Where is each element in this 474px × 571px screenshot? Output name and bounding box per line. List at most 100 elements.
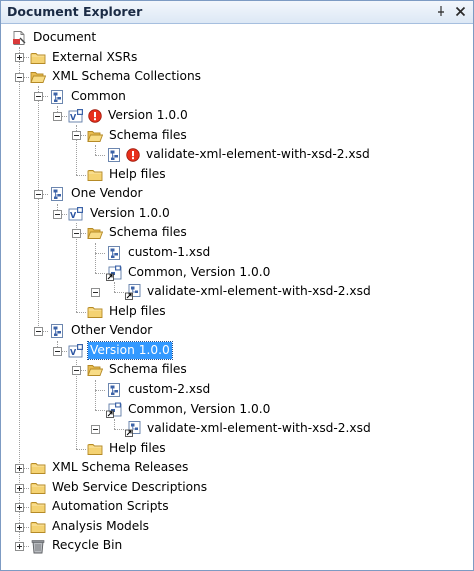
tree-node-automation-scripts[interactable]: Automation Scripts — [30, 497, 171, 516]
collapse-other-vendor-version-button[interactable] — [53, 347, 62, 356]
version-icon — [68, 343, 84, 359]
collapse-one-vendor-schema-files-button[interactable] — [72, 229, 81, 238]
tree-node-label: Common, Version 1.0.0 — [128, 265, 271, 279]
tree-node-other-vendor-schema-files[interactable]: Schema files — [87, 360, 189, 379]
tree-node-label: Help files — [109, 167, 166, 181]
tree-node-common-schema-files[interactable]: Schema files — [87, 126, 189, 145]
schema-collection-icon — [49, 323, 65, 339]
tree-node-label: Other Vendor — [71, 323, 153, 337]
tree-node-label: validate-xml-element-with-xsd-2.xsd — [147, 284, 371, 298]
tree-node-one-vendor-common-ref-file[interactable]: validate-xml-element-with-xsd-2.xsd — [125, 282, 373, 301]
tree-node-label: validate-xml-element-with-xsd-2.xsd — [147, 421, 371, 435]
schema-collection-icon — [49, 89, 65, 105]
version-link-icon — [106, 265, 122, 281]
tree-node-other-vendor[interactable]: Other Vendor — [49, 321, 154, 340]
tree-node-other-vendor-help-files[interactable]: Help files — [87, 439, 168, 458]
tree-node-label: custom-2.xsd — [128, 382, 211, 396]
tree-node-label: Help files — [109, 441, 166, 455]
expand-xml-schema-releases-button[interactable] — [15, 464, 24, 473]
schema-collection-icon — [49, 186, 65, 202]
folder-open-icon — [87, 225, 103, 241]
tree-node-label: Document — [33, 30, 97, 44]
tree-node-one-vendor-schema-files[interactable]: Schema files — [87, 223, 189, 242]
tree-node-recycle-bin[interactable]: Recycle Bin — [30, 536, 124, 555]
collapse-one-vendor-common-ref-button[interactable] — [91, 288, 100, 297]
tree-node-external-xsrs[interactable]: External XSRs — [30, 48, 139, 67]
collapse-one-vendor-button[interactable] — [34, 190, 43, 199]
close-icon[interactable] — [452, 3, 468, 19]
expand-external-xsrs-button[interactable] — [15, 53, 24, 62]
tree-node-label: XML Schema Releases — [52, 460, 189, 474]
tree-node-label: validate-xml-element-with-xsd-2.xsd — [146, 147, 370, 161]
schema-link-icon — [125, 421, 141, 437]
tree-node-label: Automation Scripts — [52, 499, 169, 513]
document-icon — [11, 30, 27, 46]
folder-icon — [30, 50, 46, 66]
tree-node-label: XML Schema Collections — [52, 69, 202, 83]
folder-icon — [30, 519, 46, 535]
tree-node-one-vendor-version[interactable]: Version 1.0.0 — [68, 204, 172, 223]
tree-node-label: Web Service Descriptions — [52, 480, 208, 494]
collapse-xml-schema-collections-button[interactable] — [15, 73, 24, 82]
tree-node-xml-schema-releases[interactable]: XML Schema Releases — [30, 458, 190, 477]
tree-node-web-service-descriptions[interactable]: Web Service Descriptions — [30, 478, 209, 497]
collapse-common-button[interactable] — [34, 92, 43, 101]
tree-node-label: Schema files — [109, 128, 187, 142]
collapse-one-vendor-version-button[interactable] — [53, 210, 62, 219]
folder-icon — [30, 480, 46, 496]
folder-icon — [87, 441, 103, 457]
tree-node-one-vendor-custom-file[interactable]: custom-1.xsd — [106, 243, 212, 262]
tree-node-label: Schema files — [109, 225, 187, 239]
error-icon — [126, 148, 140, 162]
document-explorer-window: Document Explorer Document External XSRs… — [0, 0, 474, 571]
tree-node-label: Help files — [109, 304, 166, 318]
expand-web-service-descriptions-button[interactable] — [15, 484, 24, 493]
folder-open-icon — [87, 128, 103, 144]
error-icon — [88, 109, 102, 123]
tree-node-common-help-files[interactable]: Help files — [87, 165, 168, 184]
schema-file-icon — [106, 382, 122, 398]
schema-file-icon — [106, 245, 122, 261]
tree-node-one-vendor-help-files[interactable]: Help files — [87, 302, 168, 321]
tree-node-one-vendor[interactable]: One Vendor — [49, 184, 145, 203]
tree-node-analysis-models[interactable]: Analysis Models — [30, 517, 151, 536]
tree-node-label: One Vendor — [71, 186, 143, 200]
title-bar: Document Explorer — [1, 1, 473, 24]
tree-node-label: Common — [71, 89, 126, 103]
tree-node-common-xsd-file[interactable]: validate-xml-element-with-xsd-2.xsd — [106, 145, 372, 164]
tree-node-other-vendor-custom-file[interactable]: custom-2.xsd — [106, 380, 212, 399]
document-tree: Document External XSRs XML Schema Collec… — [1, 24, 473, 570]
tree-node-other-vendor-version[interactable]: Version 1.0.0 — [68, 341, 173, 360]
collapse-other-vendor-button[interactable] — [34, 327, 43, 336]
recycle-bin-icon — [30, 538, 46, 554]
collapse-common-schema-files-button[interactable] — [72, 131, 81, 140]
tree-node-label: Common, Version 1.0.0 — [128, 402, 271, 416]
tree-node-xml-schema-collections[interactable]: XML Schema Collections — [30, 67, 203, 86]
collapse-common-version-button[interactable] — [53, 112, 62, 121]
tree-node-label: External XSRs — [52, 50, 138, 64]
tree-node-other-vendor-common-ref[interactable]: Common, Version 1.0.0 — [106, 400, 272, 419]
folder-open-icon — [30, 69, 46, 85]
tree-node-common-version[interactable]: Version 1.0.0 — [68, 106, 190, 125]
tree-node-label: custom-1.xsd — [128, 245, 211, 259]
tree-node-label: Version 1.0.0 — [108, 108, 188, 122]
collapse-other-vendor-common-ref-button[interactable] — [91, 425, 100, 434]
expand-recycle-bin-button[interactable] — [15, 542, 24, 551]
tree-node-label-selected: Version 1.0.0 — [87, 341, 173, 360]
tree-node-label: Version 1.0.0 — [90, 206, 170, 220]
folder-icon — [87, 167, 103, 183]
schema-file-icon — [106, 147, 122, 163]
expand-automation-scripts-button[interactable] — [15, 503, 24, 512]
tree-node-other-vendor-common-ref-file[interactable]: validate-xml-element-with-xsd-2.xsd — [125, 419, 373, 438]
tree-node-document[interactable]: Document — [11, 28, 98, 47]
expand-analysis-models-button[interactable] — [15, 523, 24, 532]
tree-node-one-vendor-common-ref[interactable]: Common, Version 1.0.0 — [106, 263, 272, 282]
schema-link-icon — [125, 284, 141, 300]
pin-icon[interactable] — [433, 3, 449, 19]
tree-node-label: Analysis Models — [52, 519, 150, 533]
window-title: Document Explorer — [7, 4, 143, 19]
collapse-other-vendor-schema-files-button[interactable] — [72, 366, 81, 375]
tree-node-common[interactable]: Common — [49, 87, 128, 106]
version-icon — [68, 108, 84, 124]
tree-node-label: Recycle Bin — [52, 538, 123, 552]
